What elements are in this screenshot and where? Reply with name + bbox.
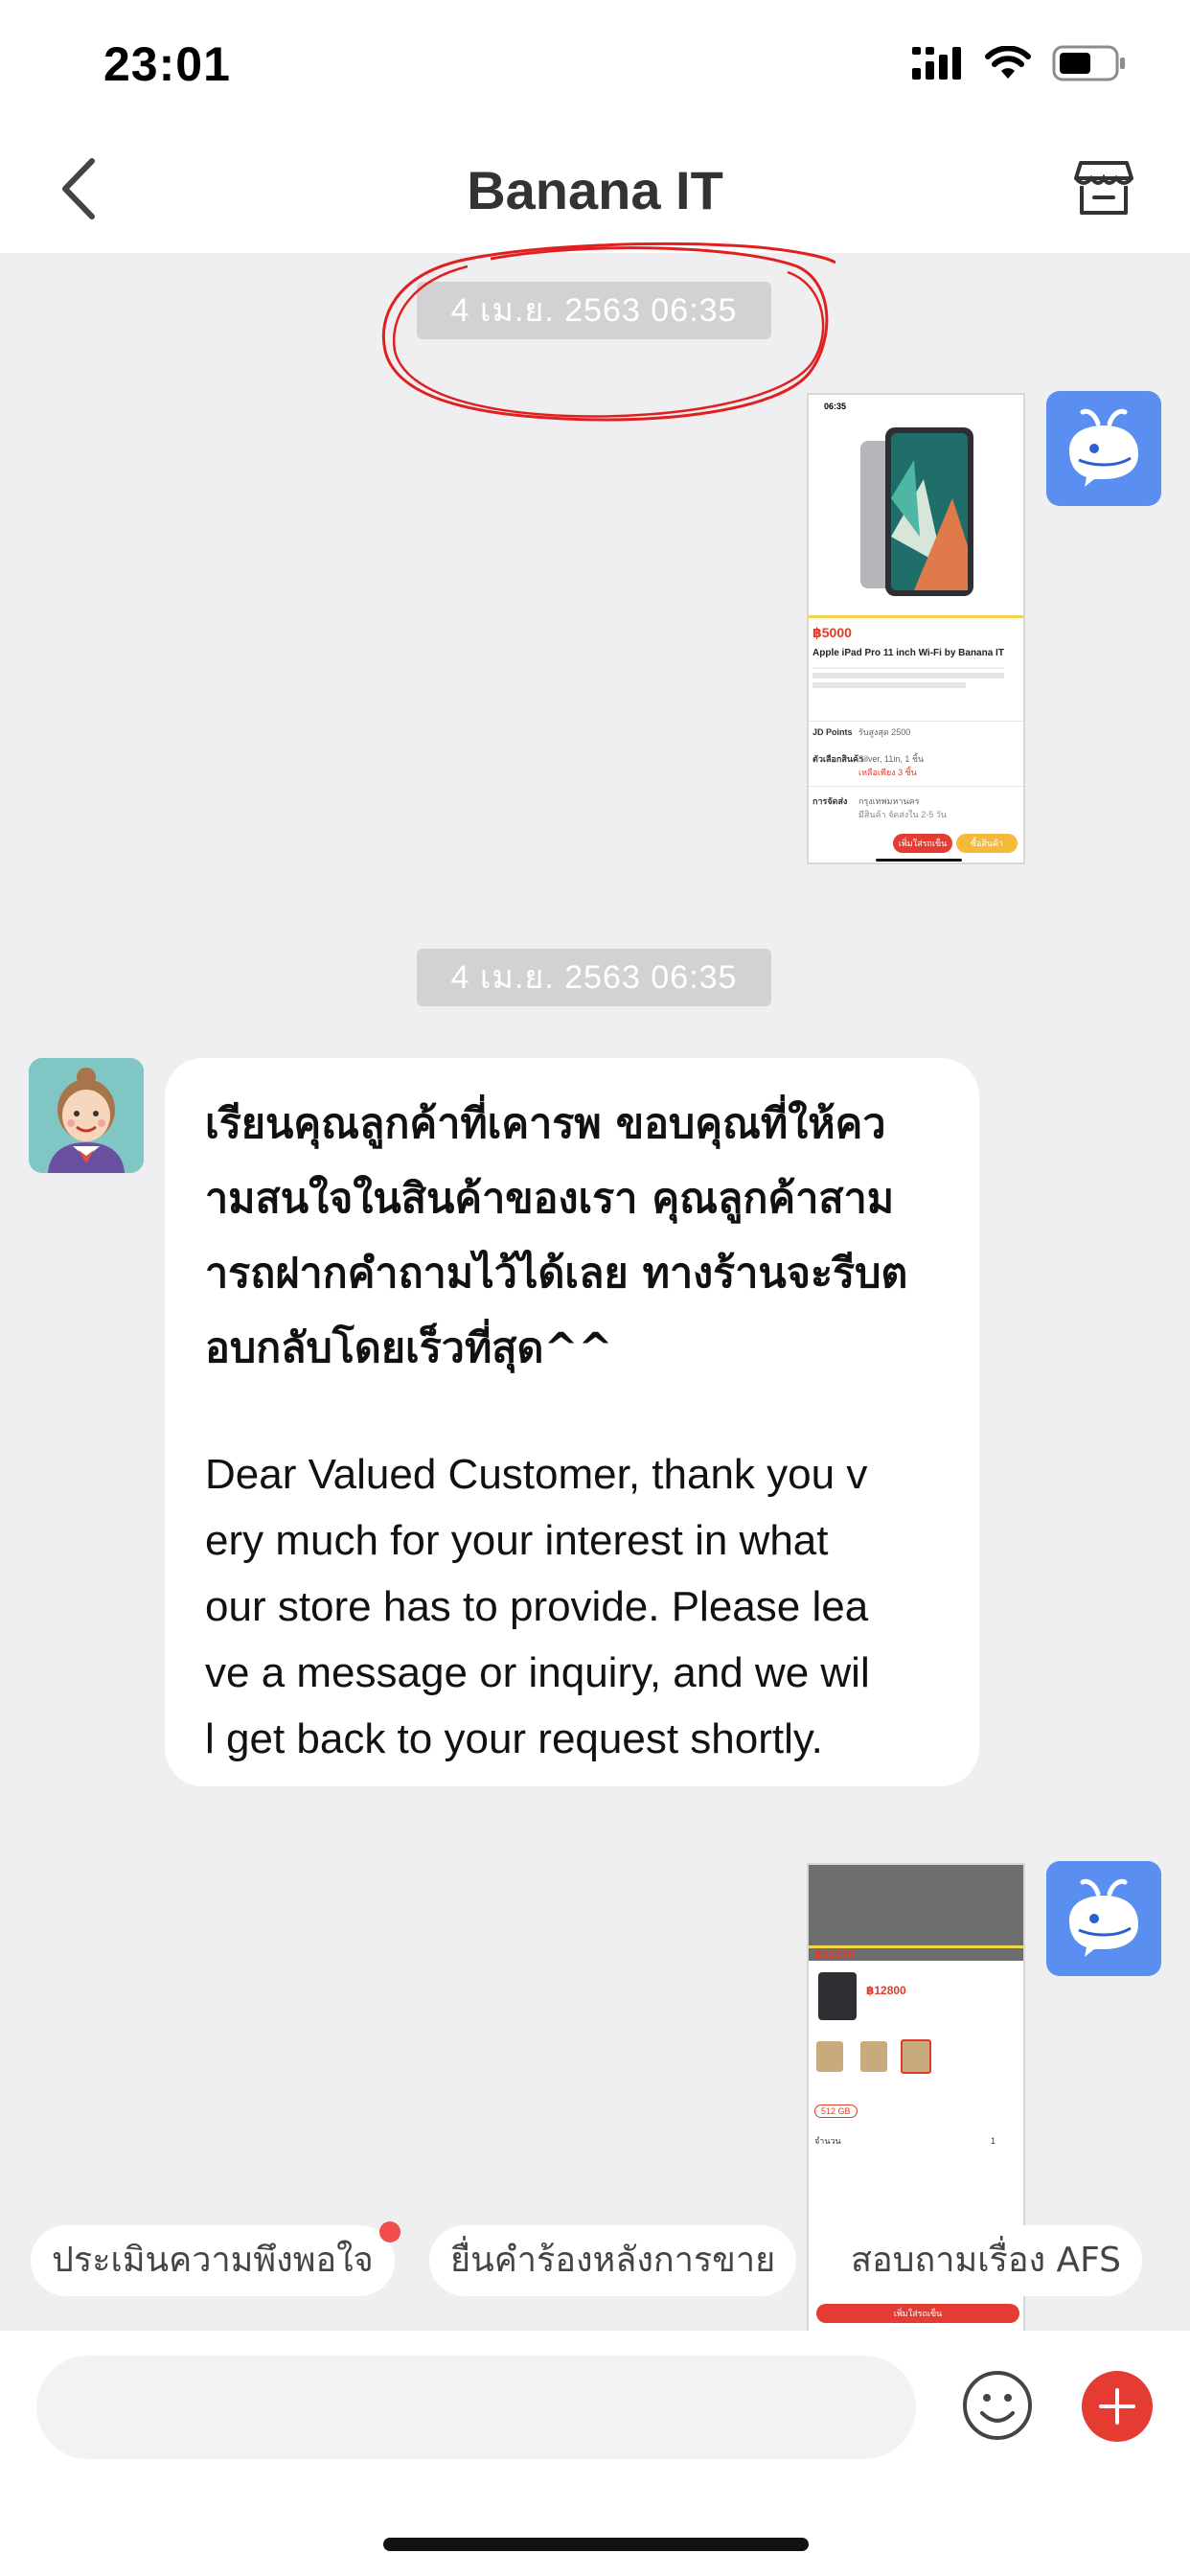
whale-icon xyxy=(1069,1878,1138,1957)
preview-qty-value: 1 xyxy=(991,2136,996,2146)
status-icons xyxy=(912,44,1127,82)
preview-title: Apple iPad Pro 11 inch Wi-Fi by Banana I… xyxy=(812,648,1004,658)
preview-ship-value: กรุงเทพมหานคร xyxy=(858,796,920,806)
preview-price: ฿12800 xyxy=(866,1984,906,1997)
agent-avatar-icon xyxy=(29,1058,144,1173)
quick-reply-after-sales[interactable]: ยื่นคำร้องหลังการขาย xyxy=(429,2225,797,2296)
quick-replies: ประเมินความพึงพอใจ ยื่นคำร้องหลังการขาย … xyxy=(0,2221,1190,2302)
quick-reply-satisfaction[interactable]: ประเมินความพึงพอใจ xyxy=(31,2221,400,2296)
composer-bar xyxy=(0,2331,1190,2576)
message-thai-text: เรียนคุณลูกค้าที่เคารพ ขอบคุณที่ให้คว าม… xyxy=(205,1100,908,1372)
message-english-text: Dear Valued Customer, thank you v ery mu… xyxy=(205,1451,870,1762)
preview-points-value: รับสูงสุด 2500 xyxy=(858,727,911,737)
preview-cart-button: เพิ่มใส่รถเข็น xyxy=(816,2304,1019,2323)
quick-reply-label: ประเมินความพึงพอใจ xyxy=(52,2241,374,2280)
quick-reply-label: สอบถามเรื่อง AFS xyxy=(851,2241,1122,2280)
whale-avatar[interactable] xyxy=(1046,391,1161,506)
preview-status-time: 06:35 xyxy=(824,402,847,411)
whale-avatar[interactable] xyxy=(1046,1861,1161,1976)
preview-variant-label: ตัวเลือกสินค้า xyxy=(812,754,864,764)
preview-cart-button: เพิ่มใส่รถเข็น xyxy=(893,834,952,853)
preview-storage: 512 GB xyxy=(814,2104,858,2118)
preview-ship-label: การจัดส่ง xyxy=(812,796,848,806)
emoji-icon[interactable] xyxy=(961,2369,1034,2442)
status-time: 23:01 xyxy=(103,37,231,91)
preview-price-top: ฿12800 xyxy=(814,1947,855,1961)
home-indicator xyxy=(383,2538,809,2551)
signal-icon xyxy=(912,47,961,80)
battery-icon xyxy=(1052,45,1125,81)
plus-icon xyxy=(1099,2388,1135,2425)
store-icon[interactable] xyxy=(1073,159,1134,217)
message-input[interactable] xyxy=(36,2356,916,2459)
preview-variant-value: Silver, 11in, 1 ชิ้น xyxy=(858,754,925,764)
preview-price: ฿5000 xyxy=(812,625,852,640)
preview-buy-button: ซื้อสินค้า xyxy=(956,834,1018,853)
preview-points-label: JD Points xyxy=(812,727,853,737)
notification-dot xyxy=(378,2221,400,2242)
page-title: Banana IT xyxy=(467,160,723,220)
ipad-product-image xyxy=(857,422,979,610)
timestamp: 4 เม.ย. 2563 06:35 xyxy=(417,949,771,1006)
quick-reply-label: ยื่นคำร้องหลังการขาย xyxy=(450,2241,776,2280)
plus-button[interactable] xyxy=(1082,2371,1153,2442)
whale-icon xyxy=(1069,408,1138,487)
annotation-circle xyxy=(381,242,835,422)
quick-reply-afs[interactable]: สอบถามเรื่อง AFS xyxy=(830,2225,1143,2296)
product-image-message[interactable]: 06:35 ฿5000 Apple iPad Pro 11 inch Wi-Fi… xyxy=(807,393,1025,864)
agent-avatar[interactable] xyxy=(29,1058,144,1173)
message-bubble[interactable]: เรียนคุณลูกค้าที่เคารพ ขอบคุณที่ให้คว าม… xyxy=(165,1058,979,1786)
top-bar: 23:01 Banana IT xyxy=(0,0,1190,253)
preview-ship-eta: มีสินค้า จัดส่งใน 2-5 วัน xyxy=(858,810,947,819)
wifi-icon xyxy=(985,46,1031,79)
preview-qty-label: จำนวน xyxy=(814,2136,841,2146)
preview-stock: เหลือเพียง 3 ชิ้น xyxy=(858,768,917,777)
